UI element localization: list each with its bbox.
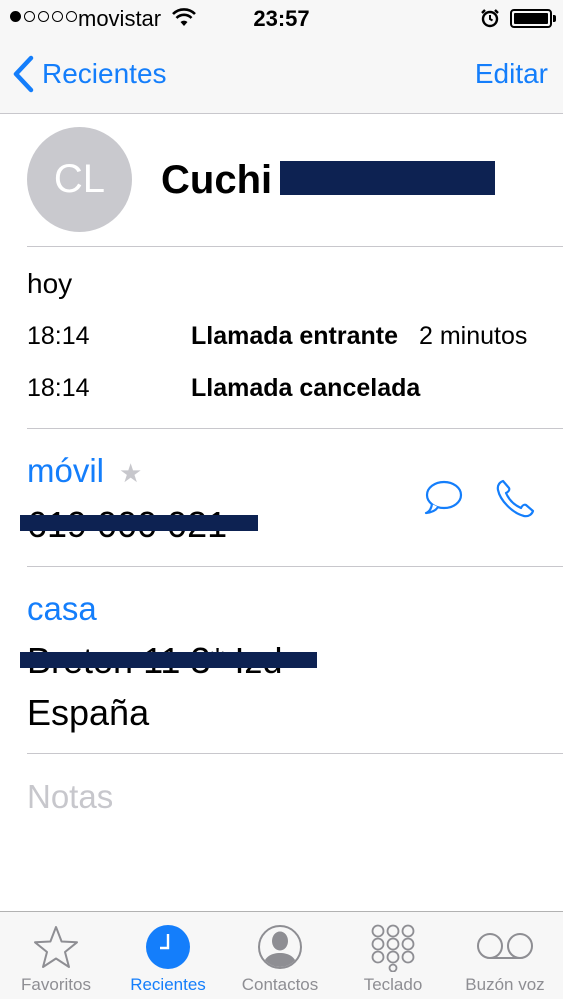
phone-label[interactable]: móvil — [27, 452, 104, 490]
tab-label: Contactos — [241, 975, 319, 994]
call-duration: 2 minutos — [419, 322, 528, 350]
person-icon — [258, 925, 302, 969]
navigation-bar: Recientes Editar — [0, 38, 563, 114]
address-country[interactable]: España — [27, 692, 149, 734]
message-bubble-icon[interactable] — [422, 478, 464, 518]
tab-label: Buzón voz — [465, 975, 545, 994]
contact-name: Cuchi — [161, 158, 273, 202]
notes-field[interactable]: Notas — [27, 778, 113, 816]
clock-icon — [146, 925, 190, 969]
divider — [27, 566, 563, 567]
tab-contactos[interactable]: Contactos — [224, 912, 336, 999]
tab-teclado[interactable]: Teclado — [337, 912, 449, 999]
status-time: 23:57 — [253, 6, 310, 31]
voicemail-icon — [477, 933, 533, 959]
avatar-initials: CL — [53, 157, 106, 201]
status-bar: movistar 23:57 — [0, 0, 563, 38]
redaction-bar-surname — [280, 161, 495, 195]
star-icon — [34, 926, 78, 968]
battery-tip — [553, 15, 556, 22]
chevron-left-icon — [13, 55, 34, 93]
call-time: 18:14 — [27, 322, 90, 350]
tab-label: Teclado — [363, 975, 423, 994]
tab-label: Recientes — [130, 975, 206, 994]
call-history-row: 18:14 Llamada cancelada — [0, 374, 563, 414]
tab-bar: Favoritos Recientes Contactos Teclado Bu… — [0, 911, 563, 999]
tab-recientes[interactable]: Recientes — [112, 912, 224, 999]
call-type: Llamada cancelada — [191, 374, 421, 402]
call-time: 18:14 — [27, 374, 90, 402]
divider — [27, 753, 563, 754]
divider — [27, 428, 563, 429]
address-label[interactable]: casa — [27, 590, 97, 628]
keypad-icon — [371, 924, 415, 972]
battery-icon — [510, 9, 552, 28]
favorite-star-icon[interactable]: ★ — [119, 458, 142, 489]
back-button-label: Recientes — [42, 58, 167, 89]
phone-call-icon[interactable] — [494, 478, 536, 520]
call-history-day: hoy — [27, 268, 73, 299]
avatar: CL — [27, 127, 132, 232]
call-history-row: 18:14 Llamada entrante 2 minutos — [0, 322, 563, 362]
redaction-bar-phone — [20, 515, 258, 531]
tab-label: Favoritos — [21, 975, 91, 994]
alarm-icon — [481, 9, 499, 28]
back-button[interactable]: Recientes — [12, 50, 167, 98]
tab-favoritos[interactable]: Favoritos — [0, 912, 112, 999]
redaction-bar-address — [20, 652, 317, 668]
edit-button[interactable]: Editar — [475, 58, 548, 90]
divider — [27, 246, 563, 247]
tab-buzon-voz[interactable]: Buzón voz — [449, 912, 561, 999]
call-type: Llamada entrante — [191, 322, 399, 350]
